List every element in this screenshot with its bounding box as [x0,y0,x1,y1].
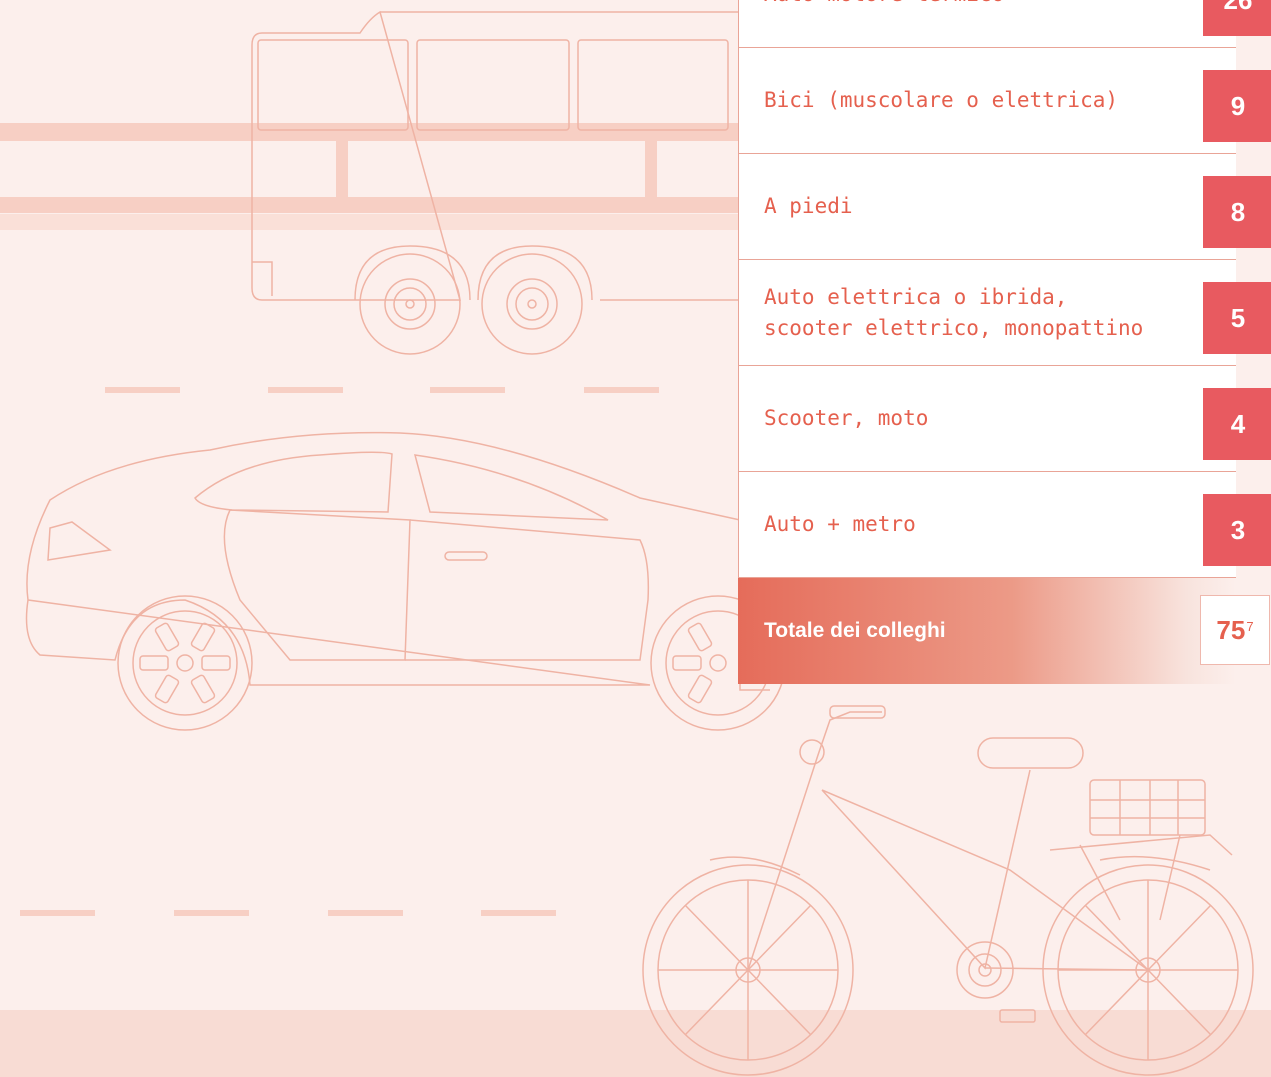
total-row: Totale dei colleghi 75 7 [738,578,1270,684]
table-row: Scooter, moto 4 [738,366,1271,472]
total-badge: 75 7 [1200,595,1270,665]
mode-label: Auto elettrica o ibrida, scooter elettri… [764,284,1144,341]
table-row: Auto elettrica o ibrida, scooter elettri… [738,260,1271,366]
count-badge: 3 [1203,494,1271,566]
total-value: 75 [1216,614,1246,645]
mode-label: Auto motore termico [764,0,1184,48]
commute-table: Auto motore termico 26 Bici (muscolare o… [738,0,1271,684]
count-badge: 4 [1203,388,1271,460]
total-label: Totale dei colleghi [764,619,946,642]
table-row: Auto motore termico 26 [738,0,1271,48]
bicycle-icon [642,705,1254,1076]
car-icon [25,431,786,731]
table-row: Bici (muscolare o elettrica) 9 [738,48,1271,154]
table-row: A piedi 8 [738,154,1271,260]
bus-icon [251,10,741,355]
table-row: Auto + metro 3 [738,472,1271,578]
total-footnote: 7 [1246,618,1254,634]
count-badge: 8 [1203,176,1271,248]
count-badge: 26 [1203,0,1271,36]
mode-label: A piedi [764,194,853,219]
mode-label: Bici (muscolare o elettrica) [764,88,1119,113]
count-badge: 5 [1203,282,1271,354]
road-markings [20,387,659,916]
mode-label: Scooter, moto [764,406,929,431]
count-badge: 9 [1203,70,1271,142]
mode-label: Auto + metro [764,512,916,537]
